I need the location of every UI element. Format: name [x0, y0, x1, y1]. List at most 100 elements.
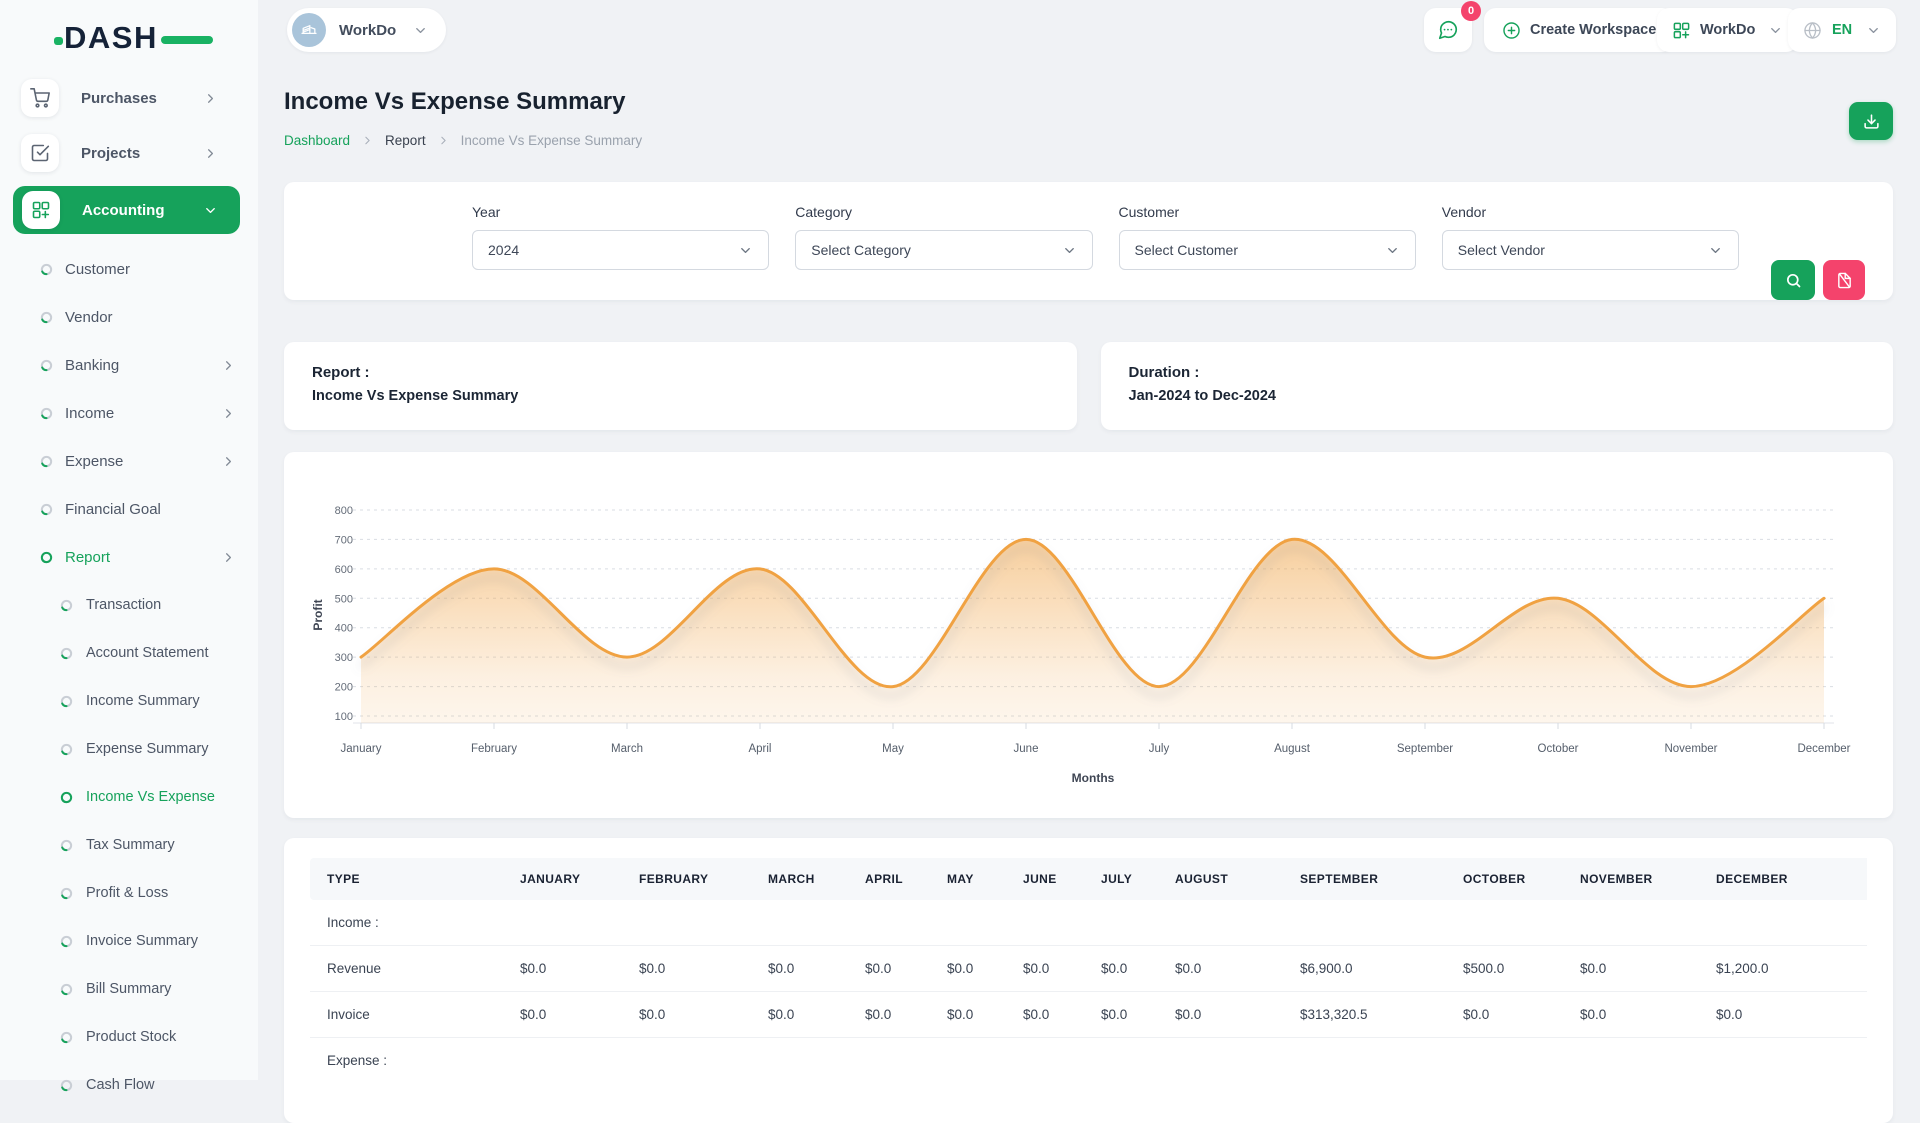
breadcrumb-current: Income Vs Expense Summary	[461, 133, 643, 148]
download-button[interactable]	[1849, 102, 1893, 140]
category-field: Category Select Category	[795, 204, 1092, 300]
cell-value: $0.0	[1163, 992, 1288, 1038]
svg-text:Months: Months	[1072, 771, 1115, 785]
sidebar-item-label: Vendor	[65, 309, 113, 326]
table-column-november: NOVEMBER	[1568, 858, 1704, 900]
report-card-value: Income Vs Expense Summary	[312, 388, 1049, 404]
workdo-menu-button[interactable]: WorkDo	[1657, 8, 1798, 52]
modules-icon	[22, 191, 60, 229]
table-column-type: TYPE	[310, 858, 508, 900]
sidebar-item-profit-loss[interactable]: Profit & Loss	[0, 869, 258, 917]
chart-card: 100200300400500600700800 JanuaryFebruary…	[284, 452, 1893, 818]
report-table-card: TYPEJANUARYFEBRUARYMARCHAPRILMAYJUNEJULY…	[284, 838, 1893, 1123]
breadcrumb-dashboard[interactable]: Dashboard	[284, 133, 350, 148]
sidebar-item-income[interactable]: Income	[0, 389, 258, 437]
cell-value: $0.0	[1568, 946, 1704, 992]
year-select[interactable]: 2024	[472, 230, 769, 270]
sidebar-item-label: Tax Summary	[86, 837, 175, 853]
breadcrumb: Dashboard Report Income Vs Expense Summa…	[284, 133, 1893, 148]
logo-dot	[54, 37, 63, 45]
sidebar-item-product-stock[interactable]: Product Stock	[0, 1013, 258, 1061]
table-row-revenue: Revenue$0.0$0.0$0.0$0.0$0.0$0.0$0.0$0.0$…	[310, 946, 1867, 992]
svg-text:February: February	[471, 743, 517, 755]
sidebar-item-projects[interactable]: Projects	[12, 131, 240, 175]
sidebar-item-tax-summary[interactable]: Tax Summary	[0, 821, 258, 869]
chevron-right-icon	[221, 358, 236, 373]
sidebar-item-accounting[interactable]: Accounting	[13, 186, 240, 234]
sidebar-item-financial-goal[interactable]: Financial Goal	[0, 485, 258, 533]
svg-text:August: August	[1274, 743, 1311, 755]
chevron-down-icon	[1768, 23, 1783, 38]
svg-text:400: 400	[335, 623, 353, 635]
sidebar-item-expense-summary[interactable]: Expense Summary	[0, 725, 258, 773]
customer-label: Customer	[1119, 204, 1416, 220]
vendor-select[interactable]: Select Vendor	[1442, 230, 1739, 270]
breadcrumb-report[interactable]: Report	[385, 133, 426, 148]
bullet-icon	[40, 263, 53, 276]
cell-value: $500.0	[1451, 946, 1568, 992]
cell-value: $0.0	[1011, 992, 1089, 1038]
vendor-label: Vendor	[1442, 204, 1739, 220]
search-button[interactable]	[1771, 260, 1815, 300]
sidebar: DASH Purchases Projects Accounting Custome…	[0, 0, 258, 1080]
svg-text:September: September	[1397, 743, 1453, 755]
svg-text:April: April	[748, 743, 771, 755]
sidebar-item-purchases[interactable]: Purchases	[12, 76, 240, 120]
messages-button[interactable]: 0	[1424, 8, 1472, 52]
sidebar-item-label: Financial Goal	[65, 501, 161, 518]
duration-card-title: Duration :	[1129, 364, 1866, 381]
svg-text:600: 600	[335, 564, 353, 576]
bullet-icon	[60, 743, 73, 756]
sidebar-item-label: Invoice Summary	[86, 933, 198, 949]
chevron-right-icon	[221, 406, 236, 421]
messages-badge: 0	[1461, 1, 1481, 21]
bullet-icon	[60, 935, 73, 948]
sidebar-item-invoice-summary[interactable]: Invoice Summary	[0, 917, 258, 965]
chevron-right-icon	[221, 454, 236, 469]
sidebar-item-transaction[interactable]: Transaction	[0, 581, 258, 629]
cell-value: $0.0	[853, 946, 935, 992]
report-card-title: Report :	[312, 364, 1049, 381]
customer-select[interactable]: Select Customer	[1119, 230, 1416, 270]
sidebar-item-label: Income Vs Expense	[86, 789, 215, 805]
income-vs-expense-table: TYPEJANUARYFEBRUARYMARCHAPRILMAYJUNEJULY…	[310, 858, 1867, 1083]
bullet-icon	[40, 551, 53, 564]
globe-icon	[1803, 21, 1822, 40]
reset-button[interactable]	[1823, 260, 1865, 300]
sidebar-item-label: Cash Flow	[86, 1077, 155, 1093]
cell-value: $0.0	[627, 946, 756, 992]
sidebar-item-account-statement[interactable]: Account Statement	[0, 629, 258, 677]
svg-text:200: 200	[335, 682, 353, 694]
sidebar-item-report[interactable]: Report	[0, 533, 258, 581]
svg-text:Profit: Profit	[311, 599, 325, 630]
row-label: Invoice	[310, 992, 508, 1038]
create-workspace-button[interactable]: Create Workspace	[1484, 8, 1674, 52]
sidebar-item-cash-flow[interactable]: Cash Flow	[0, 1061, 258, 1109]
table-row-expense: Expense :	[310, 1038, 1867, 1084]
chevron-right-icon	[361, 134, 374, 147]
sidebar-item-income-vs-expense[interactable]: Income Vs Expense	[0, 773, 258, 821]
cell-value: $0.0	[756, 992, 853, 1038]
sidebar-item-label: Banking	[65, 357, 119, 374]
checkbox-icon	[21, 134, 59, 172]
svg-text:June: June	[1014, 743, 1039, 755]
category-select[interactable]: Select Category	[795, 230, 1092, 270]
language-selector[interactable]: EN	[1788, 8, 1896, 52]
sidebar-item-income-summary[interactable]: Income Summary	[0, 677, 258, 725]
sidebar-item-label: Expense Summary	[86, 741, 209, 757]
bullet-icon	[40, 311, 53, 324]
sidebar-item-label: Report	[65, 549, 110, 566]
sidebar-item-customer[interactable]: Customer	[0, 245, 258, 293]
workspace-selector[interactable]: WorkDo	[287, 8, 446, 52]
sidebar-item-bill-summary[interactable]: Bill Summary	[0, 965, 258, 1013]
bullet-icon	[40, 359, 53, 372]
bullet-icon	[40, 503, 53, 516]
sidebar-item-vendor[interactable]: Vendor	[0, 293, 258, 341]
profit-area-chart: 100200300400500600700800 JanuaryFebruary…	[306, 465, 1871, 808]
table-row-invoice: Invoice$0.0$0.0$0.0$0.0$0.0$0.0$0.0$0.0$…	[310, 992, 1867, 1038]
logo[interactable]: DASH	[64, 20, 158, 56]
cell-value: $0.0	[1089, 946, 1163, 992]
sidebar-item-expense[interactable]: Expense	[0, 437, 258, 485]
cart-icon	[21, 79, 59, 117]
sidebar-item-banking[interactable]: Banking	[0, 341, 258, 389]
